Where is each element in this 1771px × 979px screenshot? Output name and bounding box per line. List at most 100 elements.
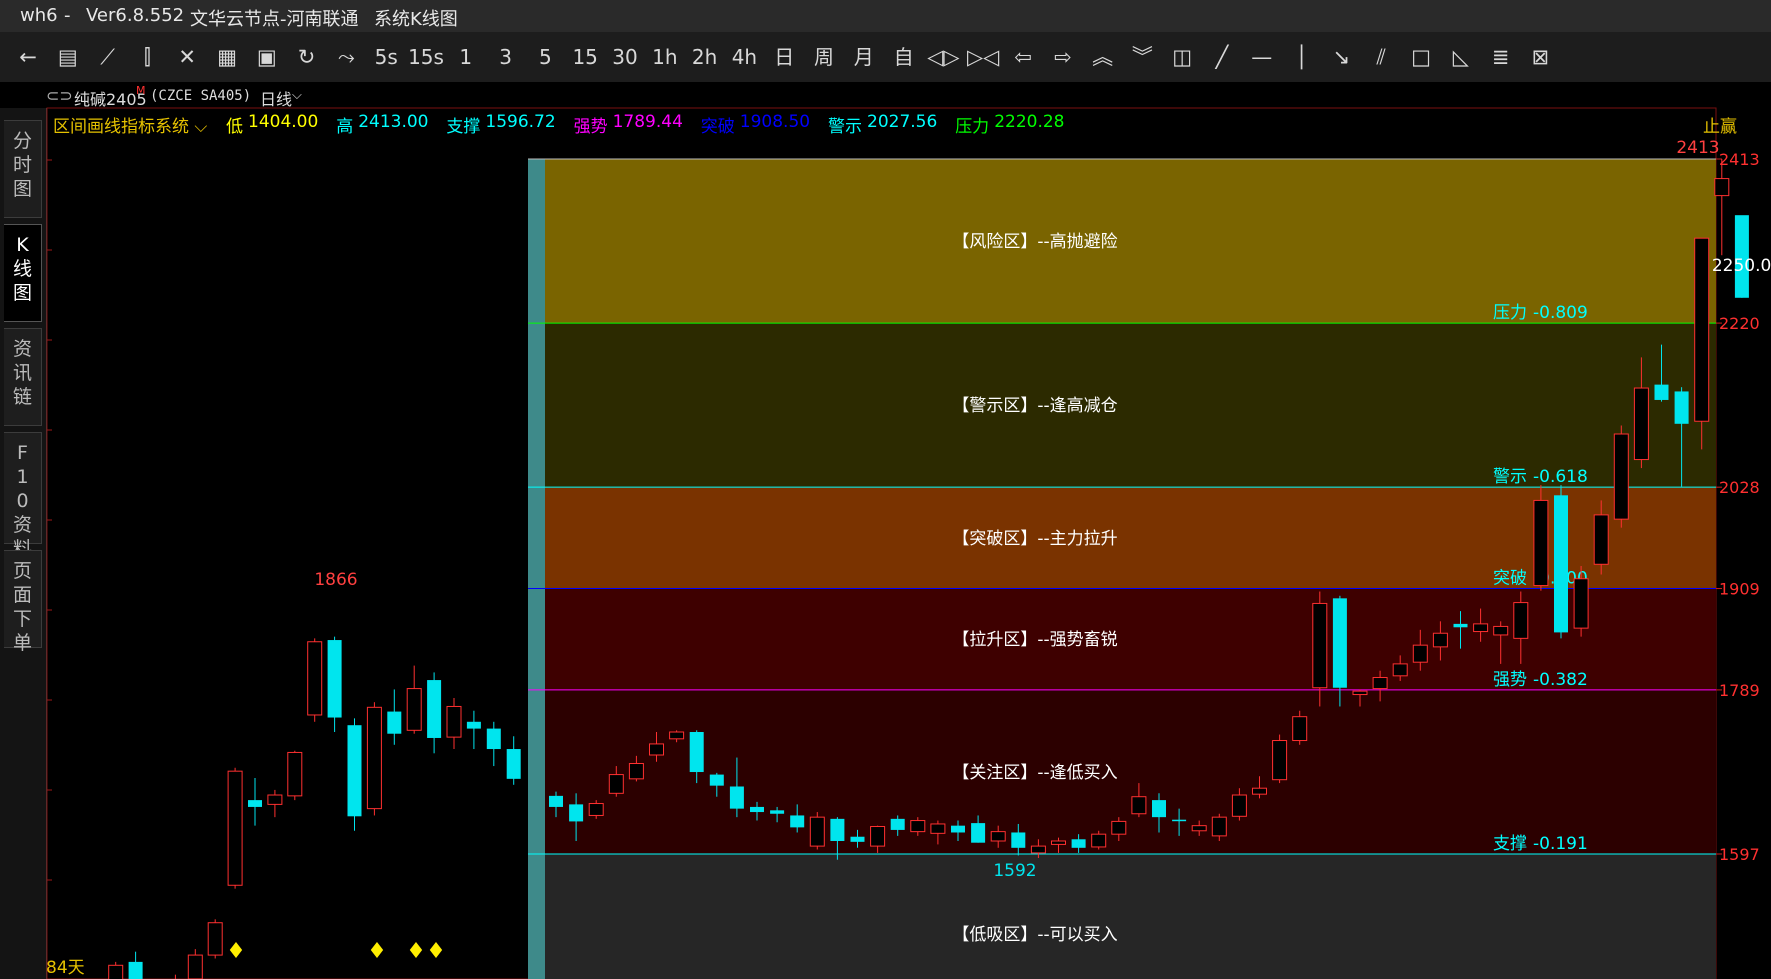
- indicator-label-5: 警示: [828, 117, 862, 137]
- zone-label-3: 【拉升区】--强势畜锐: [952, 630, 1117, 650]
- candle-b-body-50: [1554, 495, 1568, 633]
- candle-b-body-58: [1714, 178, 1730, 197]
- candle-b-body-11: [770, 810, 785, 814]
- candle-b-body-12: [790, 815, 805, 828]
- indicator-value-6: 2220.28: [994, 112, 1065, 132]
- low-mark: 1592: [993, 861, 1036, 881]
- candle-b-body-40: [1352, 690, 1368, 696]
- kline-chart[interactable]: 【风险区】--高抛避险【警示区】--逢高减仓【突破区】--主力拉升【拉升区】--…: [0, 0, 1771, 979]
- candle-b-body-7: [689, 732, 704, 773]
- signal-mark-0: ♦: [226, 939, 246, 964]
- take-profit-label: 止赢: [1703, 117, 1737, 137]
- candle-b-body-46: [1473, 623, 1489, 633]
- level-name-4: 支撑: [1493, 834, 1527, 854]
- candle-a-body-11: [267, 794, 283, 805]
- axis-label-4: 1789: [1719, 681, 1760, 700]
- candle-a-body-17: [387, 711, 402, 734]
- candle-b-body-28: [1111, 820, 1127, 835]
- indicator-value-3: 1789.44: [612, 112, 683, 132]
- indicator-label-0: 低: [226, 117, 243, 137]
- candle-b-body-21: [971, 823, 986, 843]
- candle-a-body-8: [207, 922, 223, 956]
- indicator-label-1: 高: [336, 117, 354, 137]
- candle-b-body-29: [1131, 796, 1147, 815]
- axis-label-2: 2028: [1719, 478, 1760, 497]
- candle-b-body-37: [1292, 716, 1308, 742]
- indicator-label-6: 压力: [955, 117, 990, 137]
- candle-a-body-12: [287, 751, 303, 797]
- candle-b-body-1: [569, 804, 584, 822]
- candle-b-body-48: [1513, 602, 1529, 639]
- axis-label-3: 1909: [1719, 580, 1760, 599]
- candle-b-body-45: [1453, 623, 1468, 628]
- candle-a-body-3: [108, 964, 124, 979]
- candle-b-body-18: [910, 820, 926, 833]
- indicator-label-4: 突破: [700, 117, 735, 137]
- candle-b-body-31: [1172, 819, 1187, 822]
- signal-mark-1: ♦: [367, 939, 387, 964]
- indicator-label-3: 强势: [573, 117, 608, 137]
- candle-b-body-30: [1152, 800, 1166, 818]
- candle-b-body-49: [1533, 499, 1549, 587]
- candle-b-body-36: [1272, 740, 1288, 781]
- zone-0: [528, 159, 1716, 324]
- candle-b-body-33: [1211, 816, 1227, 837]
- candle-b-body-20: [951, 825, 965, 833]
- bars-count-label: 84天: [46, 958, 85, 978]
- candle-b-body-2: [588, 803, 604, 816]
- candle-a-body-13: [307, 641, 323, 716]
- indicator-name[interactable]: 区间画线指标系统 ⌵: [53, 112, 207, 137]
- level-name-2: 突破: [1493, 569, 1527, 589]
- candle-b-body-41: [1372, 677, 1388, 690]
- level-ratio-1: -0.618: [1533, 467, 1588, 487]
- zone-label-4: 【关注区】--逢低买入: [952, 763, 1117, 783]
- indicator-value-2: 1596.72: [485, 112, 556, 132]
- candle-b-body-44: [1432, 632, 1448, 648]
- axis-label-1: 2220: [1719, 314, 1760, 333]
- indicator-label-2: 支撑: [446, 117, 481, 137]
- indicator-value-4: 1908.50: [739, 112, 811, 132]
- candle-b-body-39: [1332, 598, 1347, 688]
- candle-b-body-25: [1051, 840, 1066, 845]
- candle-a-body-20: [446, 705, 462, 738]
- indicator-value-0: 1404.00: [248, 112, 319, 132]
- candle-b-body-57: [1694, 237, 1710, 422]
- candle-b-body-6: [669, 731, 685, 740]
- candle-b-body-17: [890, 818, 905, 830]
- candle-b-body-9: [729, 786, 744, 809]
- candle-b-body-38: [1312, 602, 1328, 689]
- candle-b-body-4: [628, 763, 644, 780]
- signal-mark-3: ♦: [426, 939, 446, 964]
- candle-b-body-15: [850, 836, 865, 842]
- candle-b-body-54: [1633, 387, 1649, 461]
- candle-b-body-47: [1493, 625, 1509, 636]
- candle-b-body-16: [870, 826, 886, 847]
- candle-b-body-35: [1252, 787, 1267, 795]
- candle-b-body-5: [649, 743, 664, 756]
- candle-b-body-14: [830, 818, 845, 841]
- axis-label-0: 2413: [1719, 150, 1760, 169]
- candle-a-body-21: [466, 721, 481, 729]
- candle-b-body-8: [709, 774, 724, 786]
- candle-b-body-0: [549, 795, 563, 807]
- candle-b-body-56: [1674, 391, 1689, 424]
- level-name-0: 压力: [1493, 303, 1527, 323]
- candle-b-body-10: [750, 806, 764, 813]
- candle-a-body-4: [128, 961, 143, 979]
- candle-a-body-22: [486, 728, 501, 750]
- candle-a-body-15: [347, 725, 362, 817]
- candle-b-body-53: [1613, 433, 1629, 520]
- candle-b-body-19: [930, 823, 946, 834]
- level-ratio-0: -0.809: [1533, 303, 1588, 323]
- level-ratio-3: -0.382: [1533, 670, 1588, 690]
- candle-a-body-23: [506, 749, 521, 779]
- level-name-1: 警示: [1493, 467, 1527, 487]
- candle-b-body-34: [1231, 794, 1247, 817]
- level-name-3: 强势: [1493, 670, 1527, 690]
- candle-b-body-26: [1071, 839, 1086, 848]
- candle-b-body-23: [1011, 832, 1026, 848]
- zone-label-2: 【突破区】--主力拉升: [952, 529, 1117, 549]
- candle-b-body-55: [1654, 384, 1669, 400]
- candle-a-body-16: [366, 706, 382, 810]
- candle-b-body-24: [1030, 845, 1046, 854]
